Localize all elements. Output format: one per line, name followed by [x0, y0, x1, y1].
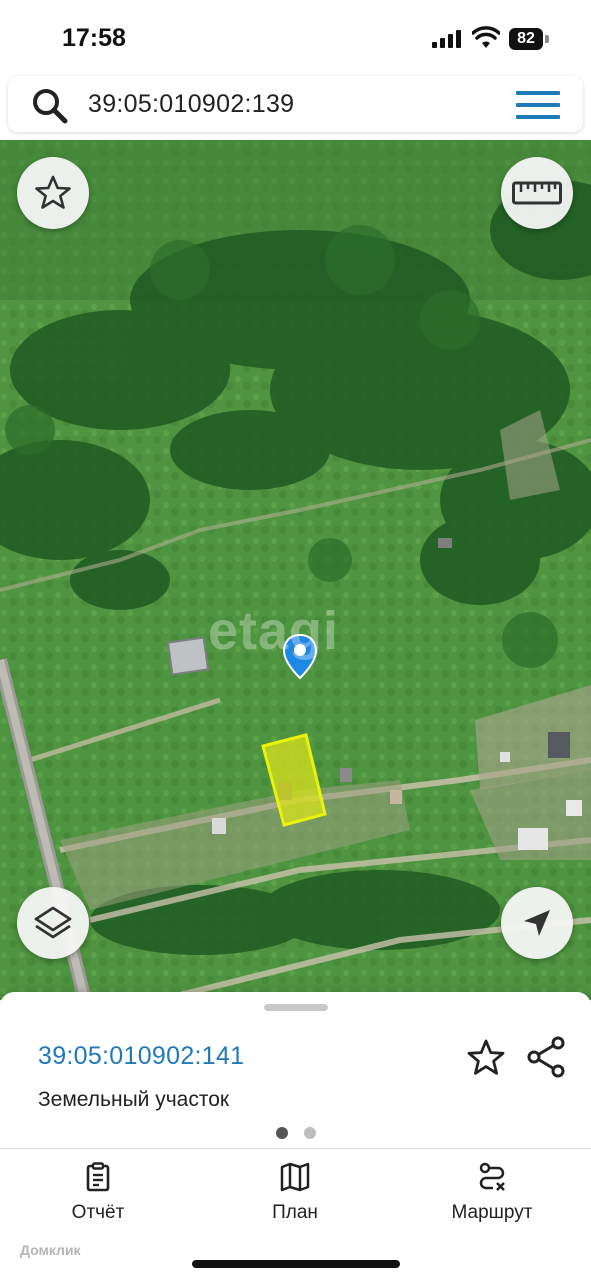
- battery-level: 82: [509, 28, 543, 50]
- page-indicator: [276, 1127, 320, 1141]
- share-icon[interactable]: [526, 1036, 566, 1078]
- agency-watermark: etagi: [208, 601, 340, 661]
- wifi-icon: [472, 26, 500, 48]
- map-plan-icon: [280, 1162, 310, 1192]
- my-location-button[interactable]: [501, 887, 573, 959]
- ruler-icon: [512, 181, 562, 205]
- star-icon: [35, 175, 71, 209]
- battery-tip: [545, 35, 549, 43]
- status-time: 17:58: [62, 24, 126, 52]
- route-tab[interactable]: Маршрут: [417, 1162, 567, 1232]
- route-tab-label: Маршрут: [451, 1202, 533, 1223]
- favorite-star-icon[interactable]: [466, 1038, 506, 1078]
- plan-tab[interactable]: План: [220, 1162, 370, 1232]
- page-dot: [304, 1127, 316, 1139]
- page-dot-active: [276, 1127, 288, 1139]
- favorite-map-button[interactable]: [17, 157, 89, 229]
- map-layers-button[interactable]: [17, 887, 89, 959]
- sheet-divider: [0, 1148, 591, 1149]
- cellular-signal-icon: [432, 30, 461, 48]
- domklik-watermark: Домклик: [20, 1242, 81, 1258]
- report-icon: [86, 1162, 110, 1192]
- sheet-grabber[interactable]: [264, 1004, 328, 1011]
- plan-tab-label: План: [272, 1202, 318, 1223]
- search-input[interactable]: 39:05:010902:139: [88, 90, 294, 119]
- parcel-info-sheet[interactable]: 39:05:010902:141 Земельный участок Отчёт: [0, 992, 591, 1280]
- home-indicator[interactable]: [192, 1260, 400, 1268]
- status-bar: 17:58 82: [0, 0, 591, 76]
- report-tab-label: Отчёт: [71, 1202, 125, 1223]
- satellite-imagery: [0, 140, 591, 1000]
- hamburger-menu-icon[interactable]: [516, 90, 560, 120]
- report-tab[interactable]: Отчёт: [23, 1162, 173, 1232]
- navigation-arrow-icon: [524, 910, 550, 936]
- search-bar[interactable]: 39:05:010902:139: [8, 76, 583, 132]
- search-icon[interactable]: [30, 86, 70, 126]
- parcel-type: Земельный участок: [38, 1088, 230, 1111]
- measure-ruler-button[interactable]: [501, 157, 573, 229]
- route-icon: [479, 1162, 505, 1191]
- layers-icon: [34, 906, 72, 939]
- satellite-map[interactable]: etagi: [0, 140, 591, 1000]
- cadastral-number[interactable]: 39:05:010902:141: [38, 1042, 244, 1071]
